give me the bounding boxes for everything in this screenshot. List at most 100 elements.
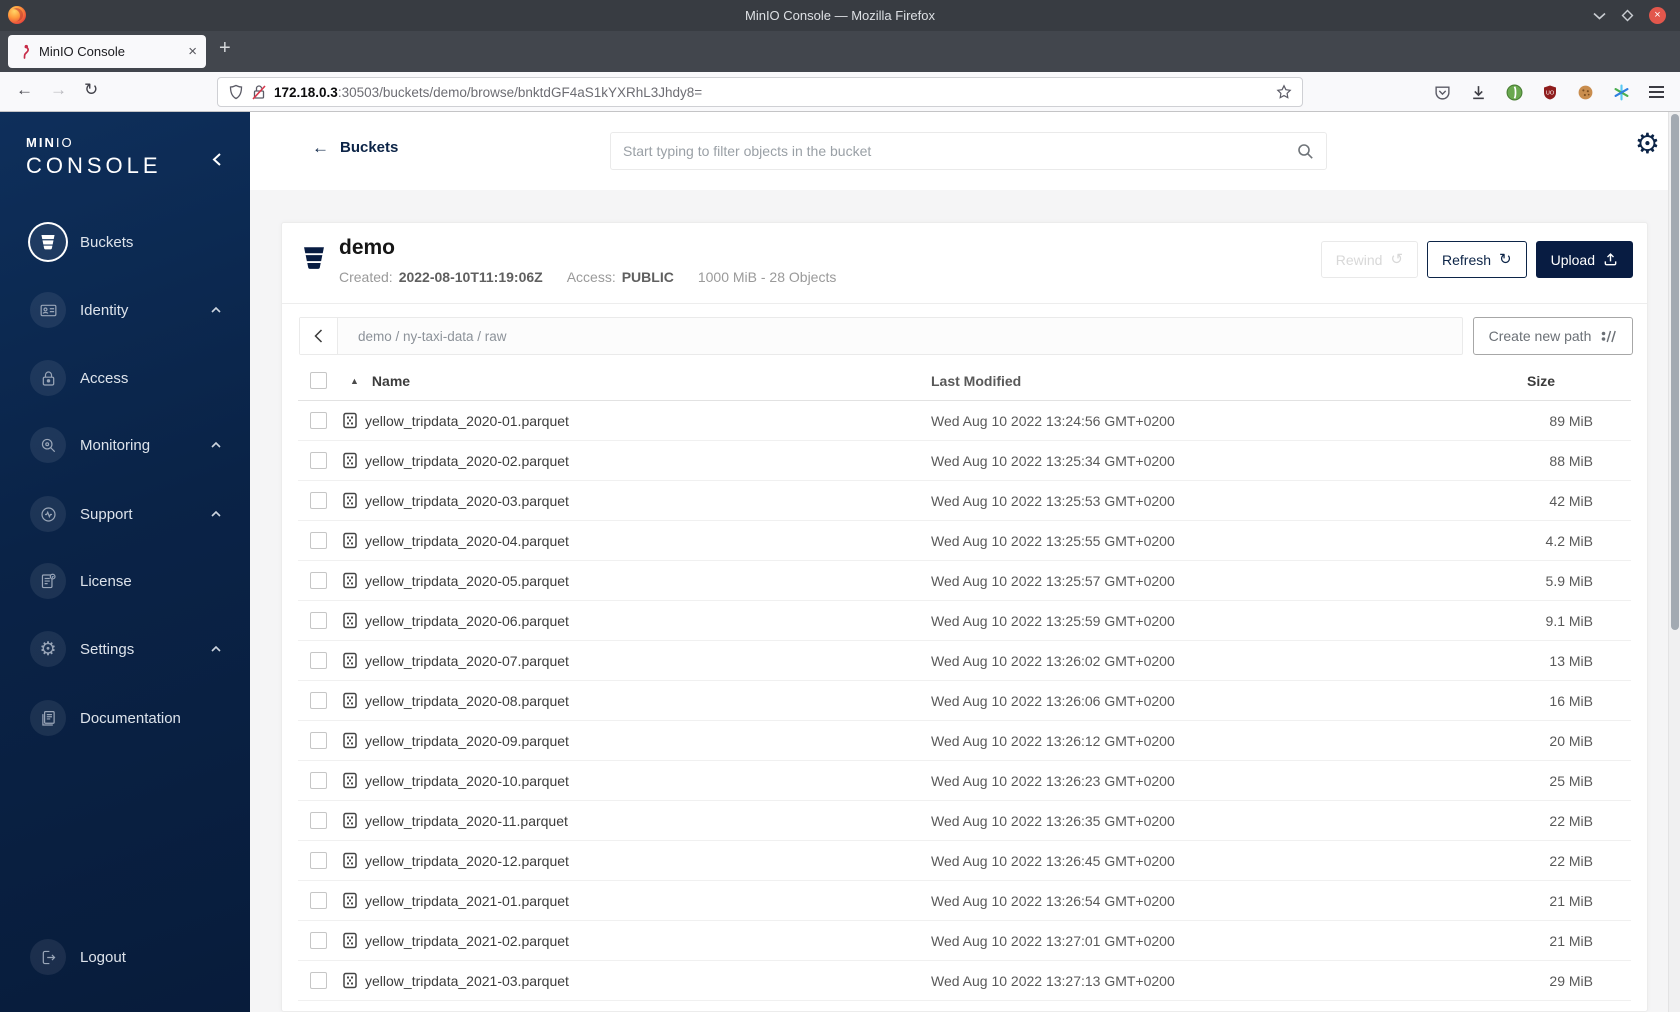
- object-name[interactable]: yellow_tripdata_2021-03.parquet: [365, 973, 569, 989]
- object-name[interactable]: yellow_tripdata_2020-07.parquet: [365, 653, 569, 669]
- object-name[interactable]: yellow_tripdata_2020-05.parquet: [365, 573, 569, 589]
- vertical-scrollbar[interactable]: [1668, 112, 1680, 1012]
- path-back-button[interactable]: [300, 318, 338, 354]
- sidebar-item-logout[interactable]: Logout: [0, 935, 250, 979]
- row-checkbox[interactable]: [310, 572, 327, 589]
- sidebar-collapse-icon[interactable]: [212, 152, 222, 167]
- table-row[interactable]: yellow_tripdata_2020-03.parquet Wed Aug …: [298, 481, 1631, 521]
- console-settings-gear-icon[interactable]: ⚙: [1635, 130, 1660, 158]
- object-name[interactable]: yellow_tripdata_2020-12.parquet: [365, 853, 569, 869]
- table-row[interactable]: yellow_tripdata_2020-01.parquet Wed Aug …: [298, 401, 1631, 441]
- object-name[interactable]: yellow_tripdata_2020-10.parquet: [365, 773, 569, 789]
- select-all-checkbox[interactable]: [310, 372, 327, 389]
- tab-close-icon[interactable]: ×: [188, 43, 197, 60]
- insecure-lock-icon[interactable]: [252, 84, 266, 100]
- row-checkbox[interactable]: [310, 532, 327, 549]
- column-header-size[interactable]: Size: [1460, 373, 1631, 389]
- table-row[interactable]: yellow_tripdata_2020-09.parquet Wed Aug …: [298, 721, 1631, 761]
- table-row[interactable]: yellow_tripdata_2020-12.parquet Wed Aug …: [298, 841, 1631, 881]
- table-row[interactable]: yellow_tripdata_2020-10.parquet Wed Aug …: [298, 761, 1631, 801]
- window-maximize-icon[interactable]: [1621, 9, 1634, 22]
- bookmark-star-icon[interactable]: [1276, 84, 1292, 100]
- object-name[interactable]: yellow_tripdata_2020-09.parquet: [365, 733, 569, 749]
- row-checkbox[interactable]: [310, 732, 327, 749]
- scrollbar-thumb[interactable]: [1671, 114, 1679, 630]
- sidebar-item-license[interactable]: License: [0, 559, 250, 603]
- downloads-icon[interactable]: [1470, 84, 1487, 101]
- browser-tab[interactable]: MinIO Console ×: [8, 35, 206, 68]
- menu-hamburger-icon[interactable]: [1649, 86, 1664, 98]
- table-row[interactable]: yellow_tripdata_2021-01.parquet Wed Aug …: [298, 881, 1631, 921]
- bucket-name: demo: [339, 236, 396, 259]
- chevron-up-icon[interactable]: [210, 510, 222, 518]
- cookie-extension-icon[interactable]: [1577, 84, 1594, 101]
- url-text[interactable]: 172.18.0.3:30503/buckets/demo/browse/bnk…: [274, 85, 1268, 100]
- sidebar-item-identity[interactable]: Identity: [0, 288, 250, 332]
- chevron-up-icon[interactable]: [210, 441, 222, 449]
- object-name[interactable]: yellow_tripdata_2020-02.parquet: [365, 453, 569, 469]
- refresh-button[interactable]: Refresh ↻: [1427, 241, 1527, 278]
- object-name[interactable]: yellow_tripdata_2021-02.parquet: [365, 933, 569, 949]
- row-checkbox[interactable]: [310, 852, 327, 869]
- table-row[interactable]: yellow_tripdata_2020-06.parquet Wed Aug …: [298, 601, 1631, 641]
- row-checkbox[interactable]: [310, 892, 327, 909]
- url-bar[interactable]: 172.18.0.3:30503/buckets/demo/browse/bnk…: [217, 77, 1303, 107]
- table-row[interactable]: yellow_tripdata_2020-11.parquet Wed Aug …: [298, 801, 1631, 841]
- privacy-badger-icon[interactable]: [1506, 84, 1523, 101]
- reload-button[interactable]: ↻: [84, 80, 98, 100]
- search-input[interactable]: [623, 143, 1297, 159]
- ublock-origin-icon[interactable]: UO: [1542, 84, 1558, 101]
- window-close-button[interactable]: ×: [1649, 7, 1666, 24]
- chevron-up-icon[interactable]: [210, 645, 222, 653]
- column-header-name[interactable]: Name: [372, 373, 410, 389]
- rewind-button[interactable]: Rewind ↺: [1320, 241, 1419, 278]
- row-checkbox[interactable]: [310, 452, 327, 469]
- object-name[interactable]: yellow_tripdata_2020-08.parquet: [365, 693, 569, 709]
- sidebar-item-support[interactable]: Support: [0, 492, 250, 536]
- object-name[interactable]: yellow_tripdata_2020-04.parquet: [365, 533, 569, 549]
- row-checkbox[interactable]: [310, 412, 327, 429]
- table-row[interactable]: yellow_tripdata_2020-07.parquet Wed Aug …: [298, 641, 1631, 681]
- object-name[interactable]: yellow_tripdata_2020-11.parquet: [365, 813, 568, 829]
- row-checkbox[interactable]: [310, 652, 327, 669]
- row-checkbox[interactable]: [310, 812, 327, 829]
- table-row[interactable]: yellow_tripdata_2020-05.parquet Wed Aug …: [298, 561, 1631, 601]
- back-to-buckets[interactable]: ← Buckets: [312, 139, 398, 156]
- table-row[interactable]: yellow_tripdata_2020-04.parquet Wed Aug …: [298, 521, 1631, 561]
- row-checkbox[interactable]: [310, 972, 327, 989]
- sidebar-item-monitoring[interactable]: Monitoring: [0, 423, 250, 467]
- sidebar-item-buckets[interactable]: Buckets: [0, 220, 250, 264]
- sidebar-item-documentation[interactable]: Documentation: [0, 696, 250, 740]
- forward-button[interactable]: →: [50, 80, 67, 100]
- row-checkbox[interactable]: [310, 612, 327, 629]
- session-manager-icon[interactable]: [1613, 84, 1630, 101]
- table-row[interactable]: yellow_tripdata_2020-08.parquet Wed Aug …: [298, 681, 1631, 721]
- object-name[interactable]: yellow_tripdata_2020-01.parquet: [365, 413, 569, 429]
- breadcrumb-path[interactable]: demo / ny-taxi-data / raw: [338, 318, 507, 354]
- window-minimize-icon[interactable]: [1593, 12, 1606, 20]
- table-row[interactable]: yellow_tripdata_2021-02.parquet Wed Aug …: [298, 921, 1631, 961]
- sidebar-item-settings[interactable]: ⚙ Settings: [0, 627, 250, 671]
- row-checkbox[interactable]: [310, 932, 327, 949]
- table-row[interactable]: yellow_tripdata_2020-02.parquet Wed Aug …: [298, 441, 1631, 481]
- tracking-shield-icon[interactable]: [228, 84, 244, 100]
- row-checkbox[interactable]: [310, 492, 327, 509]
- object-name[interactable]: yellow_tripdata_2020-03.parquet: [365, 493, 569, 509]
- pocket-icon[interactable]: [1434, 84, 1451, 101]
- window-titlebar: MinIO Console — Mozilla Firefox ×: [0, 0, 1680, 31]
- sidebar-item-access[interactable]: Access: [0, 356, 250, 400]
- create-new-path-button[interactable]: Create new path: [1473, 317, 1633, 355]
- column-header-modified[interactable]: Last Modified: [931, 373, 1460, 389]
- object-filter-search[interactable]: [610, 132, 1327, 170]
- row-checkbox[interactable]: [310, 772, 327, 789]
- new-tab-button[interactable]: +: [219, 37, 231, 60]
- back-button[interactable]: ←: [16, 80, 33, 100]
- sort-asc-icon[interactable]: ▲: [350, 376, 359, 386]
- table-row[interactable]: yellow_tripdata_2021-03.parquet Wed Aug …: [298, 961, 1631, 1001]
- row-checkbox[interactable]: [310, 692, 327, 709]
- object-name[interactable]: yellow_tripdata_2020-06.parquet: [365, 613, 569, 629]
- upload-button[interactable]: Upload: [1535, 241, 1633, 278]
- object-name[interactable]: yellow_tripdata_2021-01.parquet: [365, 893, 569, 909]
- chevron-up-icon[interactable]: [210, 306, 222, 314]
- object-size: 9.1 MiB: [1545, 612, 1593, 629]
